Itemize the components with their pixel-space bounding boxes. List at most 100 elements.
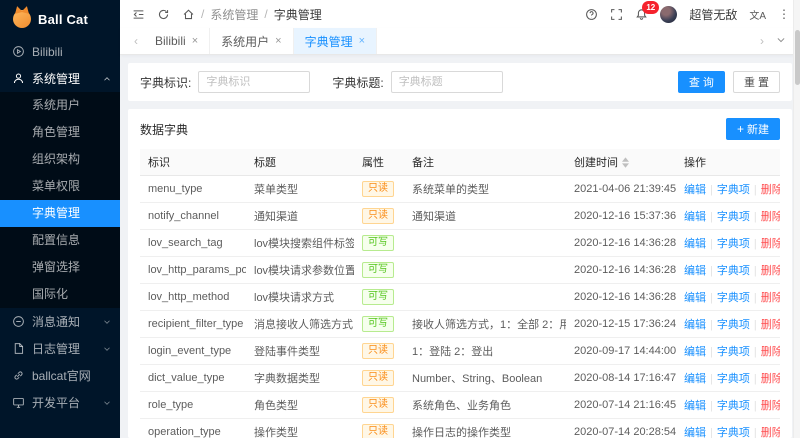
sidebar-item-system-management[interactable]: 系统管理 xyxy=(0,65,120,92)
sidebar-item-dev-platform[interactable]: 开发平台 xyxy=(0,389,120,416)
sidebar-subitem[interactable]: 国际化 xyxy=(0,281,120,308)
tabs-scroll-right-icon[interactable]: › xyxy=(754,34,770,48)
menu-fold-icon[interactable] xyxy=(132,8,145,21)
query-button[interactable]: 查 询 xyxy=(677,71,725,93)
dict-code: notify_channel xyxy=(140,202,246,230)
notification-bell[interactable]: 12 xyxy=(635,0,660,21)
dict-remark: 系统菜单的类型 xyxy=(404,175,566,203)
edit-link[interactable]: 编辑 xyxy=(684,265,706,277)
reload-icon[interactable] xyxy=(157,8,170,21)
sidebar-subitem[interactable]: 角色管理 xyxy=(0,119,120,146)
brand-logo[interactable]: Ball Cat xyxy=(0,0,120,38)
action-divider: | xyxy=(710,292,713,304)
dict-code: recipient_filter_type xyxy=(140,310,246,338)
new-button[interactable]: + 新建 xyxy=(725,118,780,140)
action-divider: | xyxy=(710,346,713,358)
dict-title: 消息接收人筛选方式 xyxy=(246,310,354,338)
edit-link[interactable]: 编辑 xyxy=(684,211,706,223)
sidebar-subitem[interactable]: 字典管理 xyxy=(0,200,120,227)
scrollbar-thumb[interactable] xyxy=(794,30,800,85)
dict-code-input[interactable] xyxy=(198,71,311,93)
row-actions: 编辑|字典项|删除 xyxy=(676,202,780,230)
edit-link[interactable]: 编辑 xyxy=(684,427,706,438)
chevron-down-icon xyxy=(103,345,111,353)
edit-link[interactable]: 编辑 xyxy=(684,400,706,412)
home-icon[interactable] xyxy=(182,8,195,21)
close-icon[interactable]: × xyxy=(192,35,198,47)
sort-icon[interactable] xyxy=(622,156,629,168)
edit-link[interactable]: 编辑 xyxy=(684,346,706,358)
dict-table: 标识 标题 属性 备注 创建时间 操作 menu_type 菜单类型 只读 系统… xyxy=(140,149,780,438)
dict-title-label: 字典标题: xyxy=(332,75,384,90)
sidebar-item-bilibili[interactable]: Bilibili xyxy=(0,38,120,65)
edit-link[interactable]: 编辑 xyxy=(684,319,706,331)
edit-link[interactable]: 编辑 xyxy=(684,292,706,304)
question-circle-icon[interactable] xyxy=(585,8,598,21)
tabs-scroll-left-icon[interactable]: ‹ xyxy=(128,34,144,48)
delete-link[interactable]: 删除 xyxy=(761,319,780,331)
dict-items-link[interactable]: 字典项 xyxy=(717,265,750,277)
dict-code: login_event_type xyxy=(140,337,246,365)
dict-table-body: menu_type 菜单类型 只读 系统菜单的类型 2021-04-06 21:… xyxy=(140,175,780,438)
sidebar-subitem[interactable]: 菜单权限 xyxy=(0,173,120,200)
delete-link[interactable]: 删除 xyxy=(761,292,780,304)
sidebar-item-ballcat-site[interactable]: ballcat官网 xyxy=(0,362,120,389)
sidebar-subitem[interactable]: 系统用户 xyxy=(0,92,120,119)
delete-link[interactable]: 删除 xyxy=(761,427,780,438)
username[interactable]: 超管无敌 xyxy=(689,6,737,23)
main-area: / 系统管理 / 字典管理 12 超管无敌 文A ⋮ ‹ Bilibili × … xyxy=(120,0,800,438)
dict-items-link[interactable]: 字典项 xyxy=(717,319,750,331)
dict-items-link[interactable]: 字典项 xyxy=(717,238,750,250)
more-icon[interactable]: ⋮ xyxy=(778,7,790,21)
dict-code-field: 字典标识: xyxy=(140,71,311,93)
tab[interactable]: 字典管理 × xyxy=(293,28,378,54)
tab[interactable]: Bilibili × xyxy=(144,28,211,54)
dict-items-link[interactable]: 字典项 xyxy=(717,400,750,412)
dict-items-link[interactable]: 字典项 xyxy=(717,184,750,196)
tabs-list: Bilibili × 系统用户 × 字典管理 × xyxy=(144,28,378,54)
attr-tag: 可写 xyxy=(362,289,394,305)
sidebar-subitem[interactable]: 配置信息 xyxy=(0,227,120,254)
dict-created: 2020-12-16 14:36:28 xyxy=(566,229,676,257)
delete-link[interactable]: 删除 xyxy=(761,400,780,412)
col-created[interactable]: 创建时间 xyxy=(566,149,676,176)
sidebar-item-notifications[interactable]: 消息通知 xyxy=(0,308,120,335)
translate-icon[interactable]: 文A xyxy=(749,7,766,22)
breadcrumb-item[interactable]: 系统管理 xyxy=(210,6,258,23)
fullscreen-icon[interactable] xyxy=(610,8,623,21)
delete-link[interactable]: 删除 xyxy=(761,184,780,196)
dict-items-link[interactable]: 字典项 xyxy=(717,373,750,385)
delete-link[interactable]: 删除 xyxy=(761,265,780,277)
tabs-menu-chevron-icon[interactable] xyxy=(770,34,792,48)
dict-title-field: 字典标题: xyxy=(332,71,503,93)
sidebar-subitem[interactable]: 组织架构 xyxy=(0,146,120,173)
dict-remark: 接收人筛选方式，1：全部 2：用户角色 3... xyxy=(404,310,566,338)
dict-items-link[interactable]: 字典项 xyxy=(717,427,750,438)
page-scrollbar[interactable] xyxy=(793,0,800,438)
dict-remark: Number、String、Boolean xyxy=(404,364,566,392)
dict-items-link[interactable]: 字典项 xyxy=(717,346,750,358)
delete-link[interactable]: 删除 xyxy=(761,373,780,385)
delete-link[interactable]: 删除 xyxy=(761,211,780,223)
delete-link[interactable]: 删除 xyxy=(761,346,780,358)
edit-link[interactable]: 编辑 xyxy=(684,373,706,385)
edit-link[interactable]: 编辑 xyxy=(684,184,706,196)
reset-button[interactable]: 重 置 xyxy=(732,71,780,93)
dict-code: lov_http_params_position xyxy=(140,256,246,284)
dict-title-input[interactable] xyxy=(390,71,503,93)
sidebar-subitem[interactable]: 弹窗选择 xyxy=(0,254,120,281)
dict-items-link[interactable]: 字典项 xyxy=(717,292,750,304)
attr-tag: 可写 xyxy=(362,316,394,332)
dict-items-link[interactable]: 字典项 xyxy=(717,211,750,223)
desktop-icon xyxy=(12,396,25,409)
chevron-up-icon xyxy=(103,75,111,83)
edit-link[interactable]: 编辑 xyxy=(684,238,706,250)
close-icon[interactable]: × xyxy=(359,35,365,47)
close-icon[interactable]: × xyxy=(275,35,281,47)
tab[interactable]: 系统用户 × xyxy=(210,28,294,54)
row-actions: 编辑|字典项|删除 xyxy=(676,364,780,392)
action-divider: | xyxy=(753,319,757,331)
delete-link[interactable]: 删除 xyxy=(761,238,780,250)
sidebar-item-logs[interactable]: 日志管理 xyxy=(0,335,120,362)
avatar[interactable] xyxy=(660,5,678,23)
